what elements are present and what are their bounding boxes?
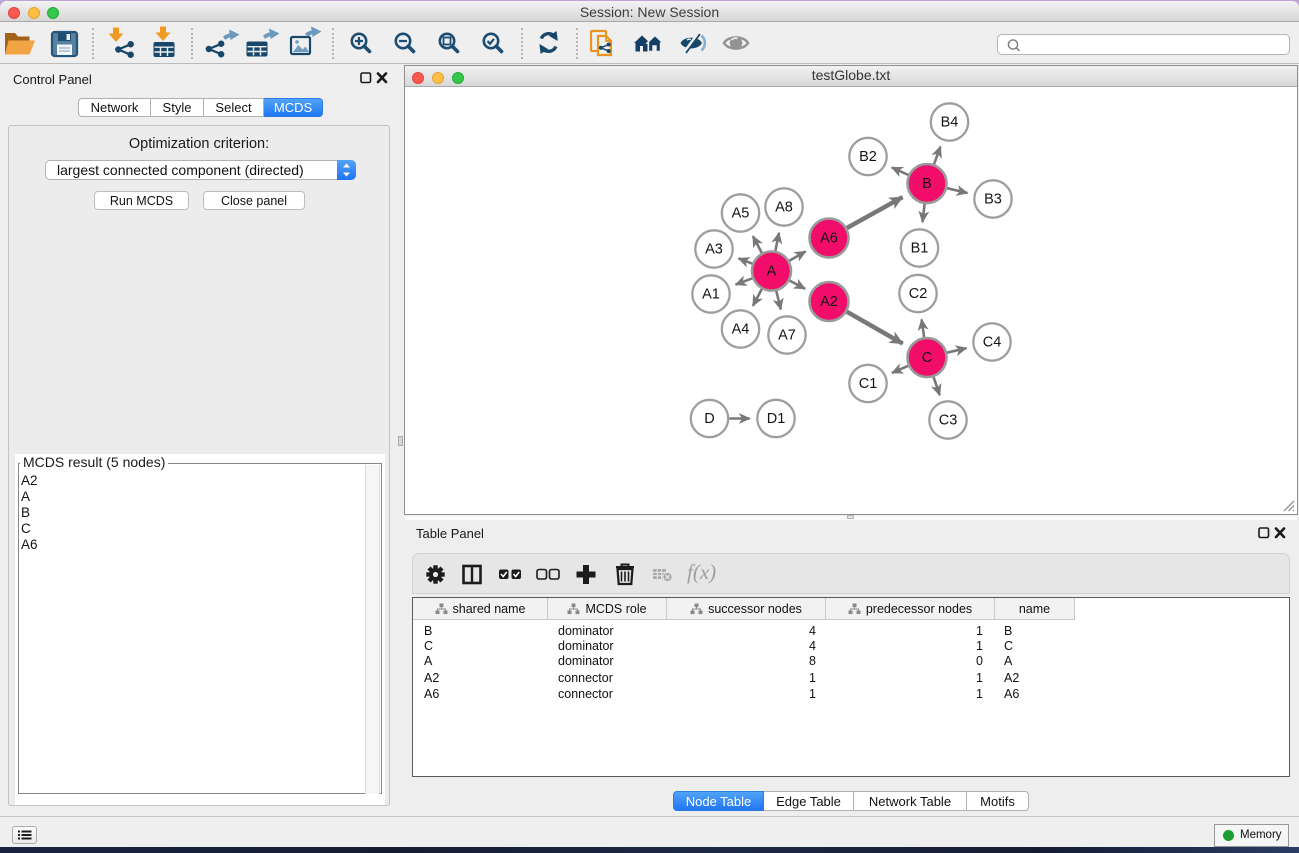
svg-text:D: D [704, 411, 714, 427]
svg-text:A: A [767, 264, 777, 280]
svg-text:B2: B2 [859, 149, 877, 165]
svg-text:B: B [922, 176, 932, 192]
svg-text:C: C [922, 350, 932, 366]
svg-text:A2: A2 [820, 294, 838, 310]
svg-text:B3: B3 [984, 192, 1002, 208]
svg-text:A5: A5 [732, 206, 750, 222]
svg-text:A1: A1 [702, 287, 720, 303]
svg-text:D1: D1 [767, 411, 786, 427]
svg-text:B1: B1 [911, 241, 929, 257]
svg-text:A6: A6 [820, 231, 838, 247]
svg-text:C3: C3 [939, 413, 958, 429]
svg-text:C1: C1 [859, 376, 878, 392]
svg-text:A8: A8 [775, 200, 793, 216]
svg-text:C4: C4 [983, 335, 1002, 351]
svg-text:A7: A7 [778, 328, 796, 344]
svg-text:A3: A3 [705, 242, 723, 258]
svg-text:A4: A4 [732, 322, 750, 338]
svg-text:C2: C2 [909, 286, 928, 302]
svg-text:B4: B4 [941, 115, 959, 131]
